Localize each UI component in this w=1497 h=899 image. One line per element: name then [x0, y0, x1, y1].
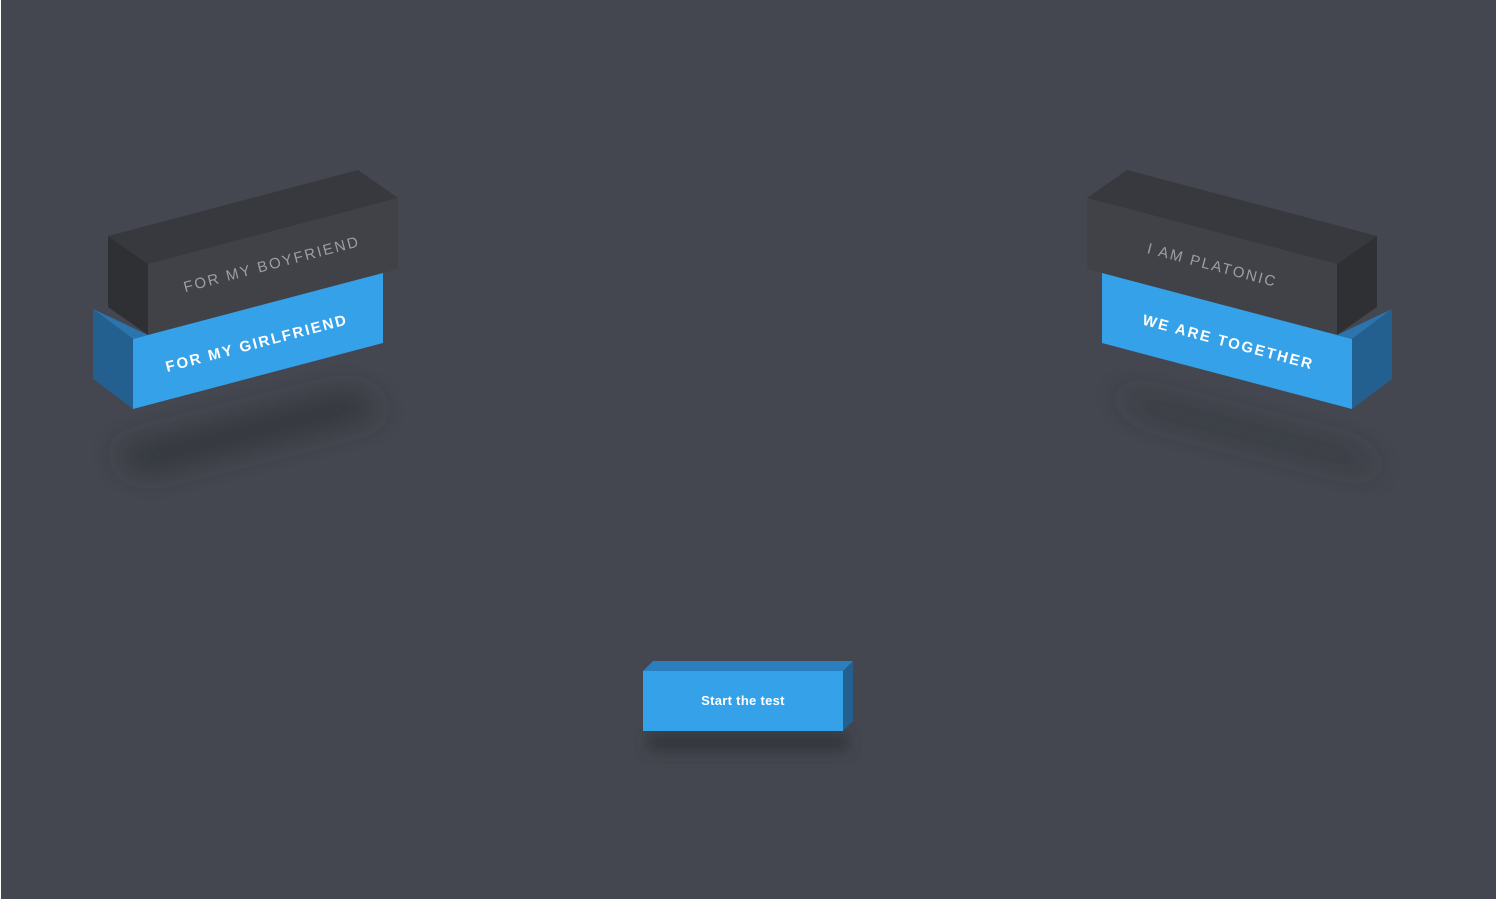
- start-test-button[interactable]: Start the test: [643, 661, 853, 751]
- start-button-side: [843, 661, 853, 731]
- right-stack: I AM PLATONIC WE ARE TOGETHER: [1087, 170, 1392, 472]
- scene: FOR MY BOYFRIEND FOR MY GIRLFRIEND I AM …: [93, 170, 1392, 751]
- stage: FOR MY BOYFRIEND FOR MY GIRLFRIEND I AM …: [0, 0, 1497, 899]
- together-block-side: [1352, 309, 1392, 409]
- start-button-shadow: [648, 733, 848, 751]
- start-button-label: Start the test: [701, 693, 785, 708]
- left-stack: FOR MY BOYFRIEND FOR MY GIRLFRIEND: [93, 170, 398, 472]
- left-stack-shadow: [115, 392, 382, 472]
- start-button-top: [643, 661, 853, 671]
